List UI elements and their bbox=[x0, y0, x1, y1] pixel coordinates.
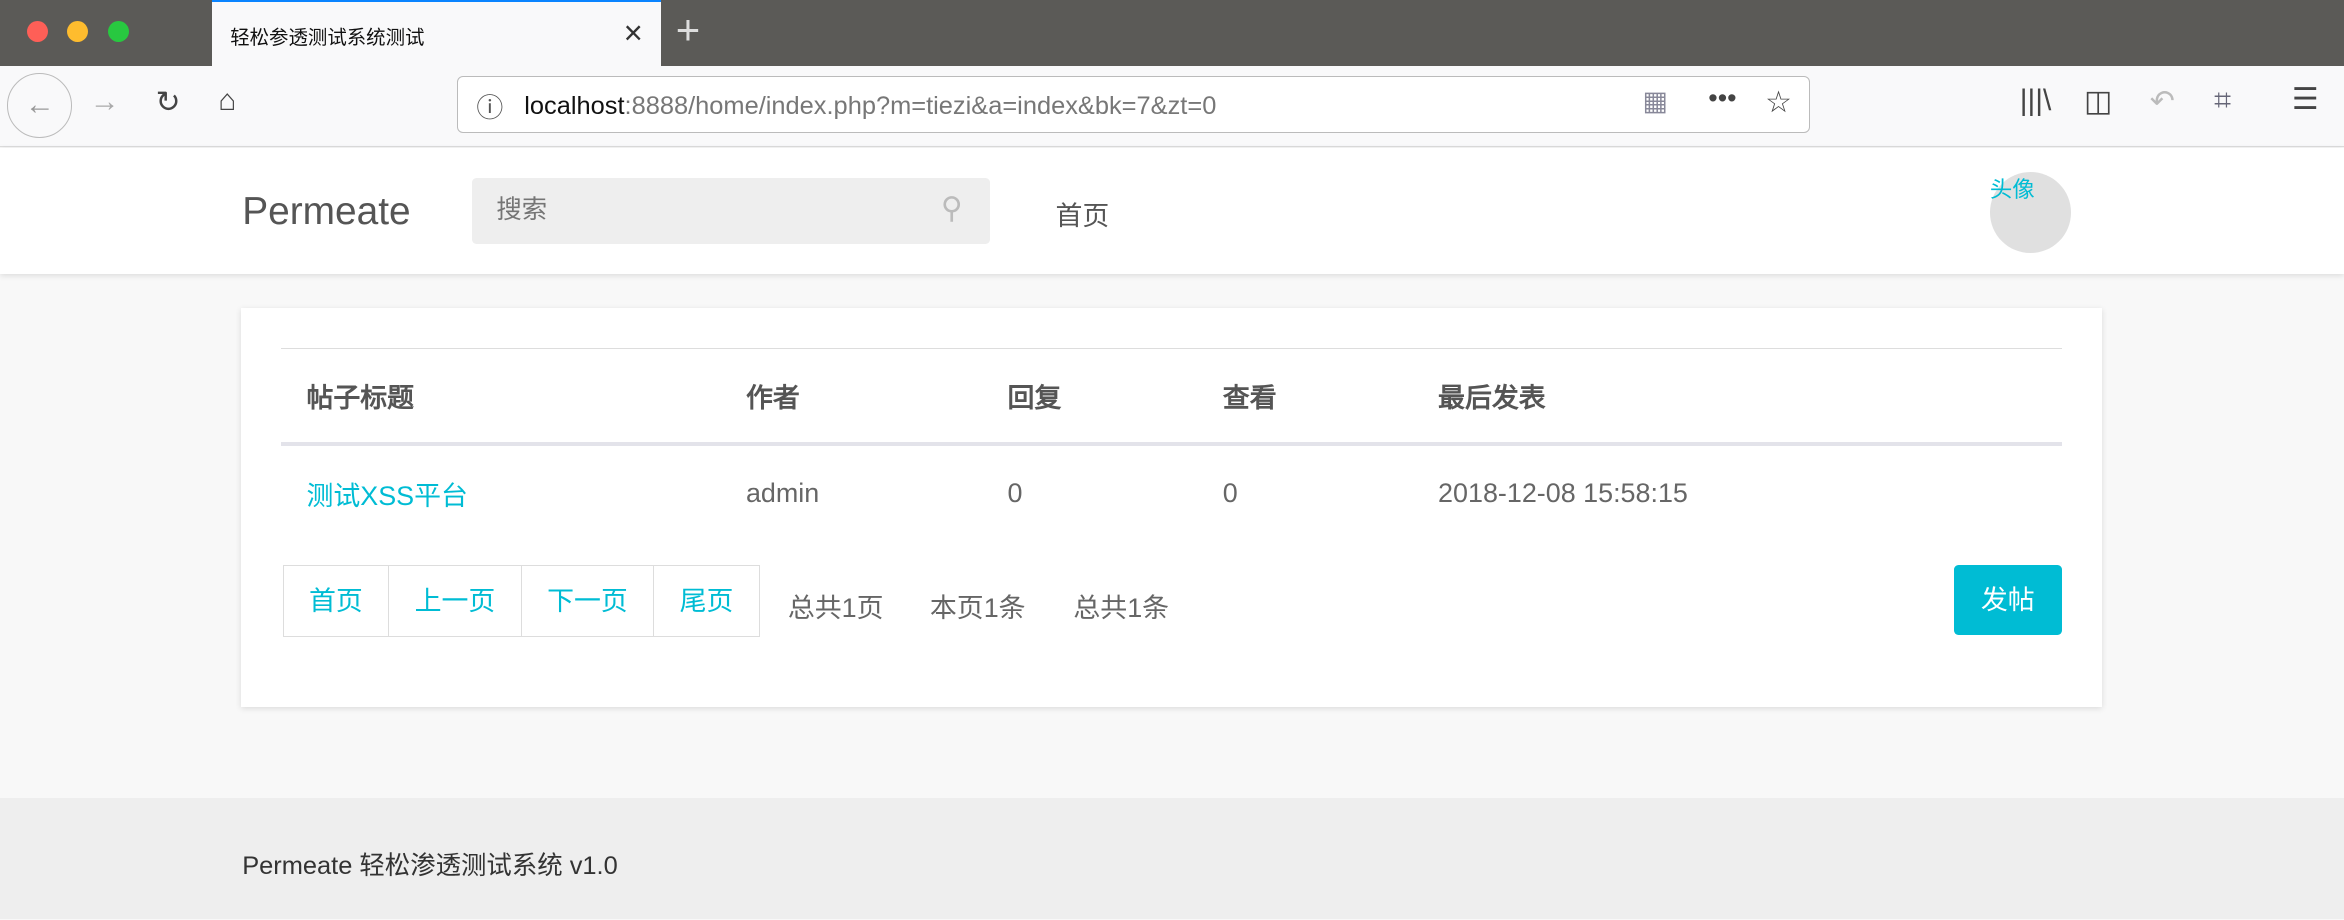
site-logo[interactable]: Permeate bbox=[242, 190, 410, 234]
browser-titlebar: 轻松参透测试系统测试 × + bbox=[0, 0, 2344, 66]
column-replies: 回复 bbox=[982, 348, 1198, 446]
column-author: 作者 bbox=[720, 348, 983, 446]
column-views: 查看 bbox=[1197, 348, 1413, 446]
next-page-button[interactable]: 下一页 bbox=[522, 566, 655, 637]
prev-page-button[interactable]: 上一页 bbox=[389, 566, 522, 637]
column-title: 帖子标题 bbox=[281, 348, 721, 446]
page-count: 本页1条 bbox=[929, 593, 1026, 624]
pagination: 首页 上一页 下一页 尾页 bbox=[282, 565, 760, 638]
table-header: 帖子标题 作者 回复 查看 最后发表 bbox=[281, 348, 2062, 446]
url-bar[interactable]: ⓘ localhost:8888/home/index.php?m=tiezi&… bbox=[457, 76, 1811, 134]
tab-title: 轻松参透测试系统测试 bbox=[230, 27, 425, 50]
first-page-button[interactable]: 首页 bbox=[284, 566, 390, 637]
column-last-post: 最后发表 bbox=[1412, 348, 2062, 446]
undo-icon[interactable]: ↶ bbox=[2150, 84, 2175, 119]
home-icon[interactable]: ⌂ bbox=[218, 84, 236, 118]
close-window-icon[interactable] bbox=[26, 20, 48, 42]
crop-icon[interactable]: ⌗ bbox=[2214, 84, 2231, 118]
footer-text: Permeate 轻松渗透测试系统 v1.0 bbox=[242, 852, 618, 881]
thread-last-post: 2018-12-08 15:58:15 bbox=[1438, 478, 1688, 509]
library-icon[interactable]: |||\ bbox=[2020, 84, 2052, 118]
back-icon[interactable]: ← bbox=[7, 73, 73, 139]
minimize-window-icon[interactable] bbox=[67, 20, 89, 42]
avatar-label: 头像 bbox=[1989, 176, 2035, 202]
reload-icon[interactable]: ↻ bbox=[155, 85, 180, 120]
table-row: 测试XSS平台 admin 0 0 2018-12-08 15:58:15 bbox=[281, 444, 2062, 542]
total-count: 总共1条 bbox=[1073, 593, 1170, 624]
search-box: ⚲ bbox=[472, 177, 990, 244]
url-text: localhost:8888/home/index.php?m=tiezi&a=… bbox=[524, 92, 1217, 121]
close-tab-icon[interactable]: × bbox=[624, 14, 643, 52]
info-icon[interactable]: ⓘ bbox=[476, 86, 503, 125]
site-header: Permeate ⚲ 首页 头像 bbox=[0, 148, 2344, 274]
new-tab-icon[interactable]: + bbox=[676, 6, 700, 54]
sidebar-icon[interactable]: ◫ bbox=[2084, 84, 2112, 119]
search-icon[interactable]: ⚲ bbox=[941, 191, 963, 226]
total-pages: 总共1页 bbox=[787, 593, 884, 624]
bookmark-star-icon[interactable]: ☆ bbox=[1765, 85, 1792, 120]
site-footer: Permeate 轻松渗透测试系统 v1.0 bbox=[0, 798, 2344, 920]
maximize-window-icon[interactable] bbox=[107, 20, 129, 42]
menu-icon[interactable]: ☰ bbox=[2292, 82, 2319, 117]
new-post-button[interactable]: 发帖 bbox=[1953, 565, 2062, 636]
thread-list-card: 帖子标题 作者 回复 查看 最后发表 测试XSS平台 admin 0 0 201… bbox=[240, 307, 2102, 708]
qr-code-icon[interactable]: ▦ bbox=[1643, 86, 1668, 117]
nav-home-link[interactable]: 首页 bbox=[1055, 194, 1109, 233]
last-page-button[interactable]: 尾页 bbox=[654, 566, 759, 636]
avatar[interactable]: 头像 bbox=[1989, 171, 2071, 253]
thread-title-link[interactable]: 测试XSS平台 bbox=[306, 481, 467, 511]
thread-table: 帖子标题 作者 回复 查看 最后发表 测试XSS平台 admin 0 0 201… bbox=[281, 348, 2062, 541]
thread-replies: 0 bbox=[1007, 478, 1023, 509]
forward-icon[interactable]: → bbox=[90, 85, 120, 119]
browser-toolbar: ← → ↻ ⌂ ⓘ localhost:8888/home/index.php?… bbox=[0, 65, 2344, 148]
more-actions-icon[interactable]: ••• bbox=[1708, 83, 1736, 114]
browser-tab[interactable]: 轻松参透测试系统测试 × bbox=[212, 0, 661, 66]
thread-views: 0 bbox=[1222, 478, 1238, 509]
thread-author: admin bbox=[745, 478, 820, 509]
search-input[interactable] bbox=[472, 177, 939, 244]
